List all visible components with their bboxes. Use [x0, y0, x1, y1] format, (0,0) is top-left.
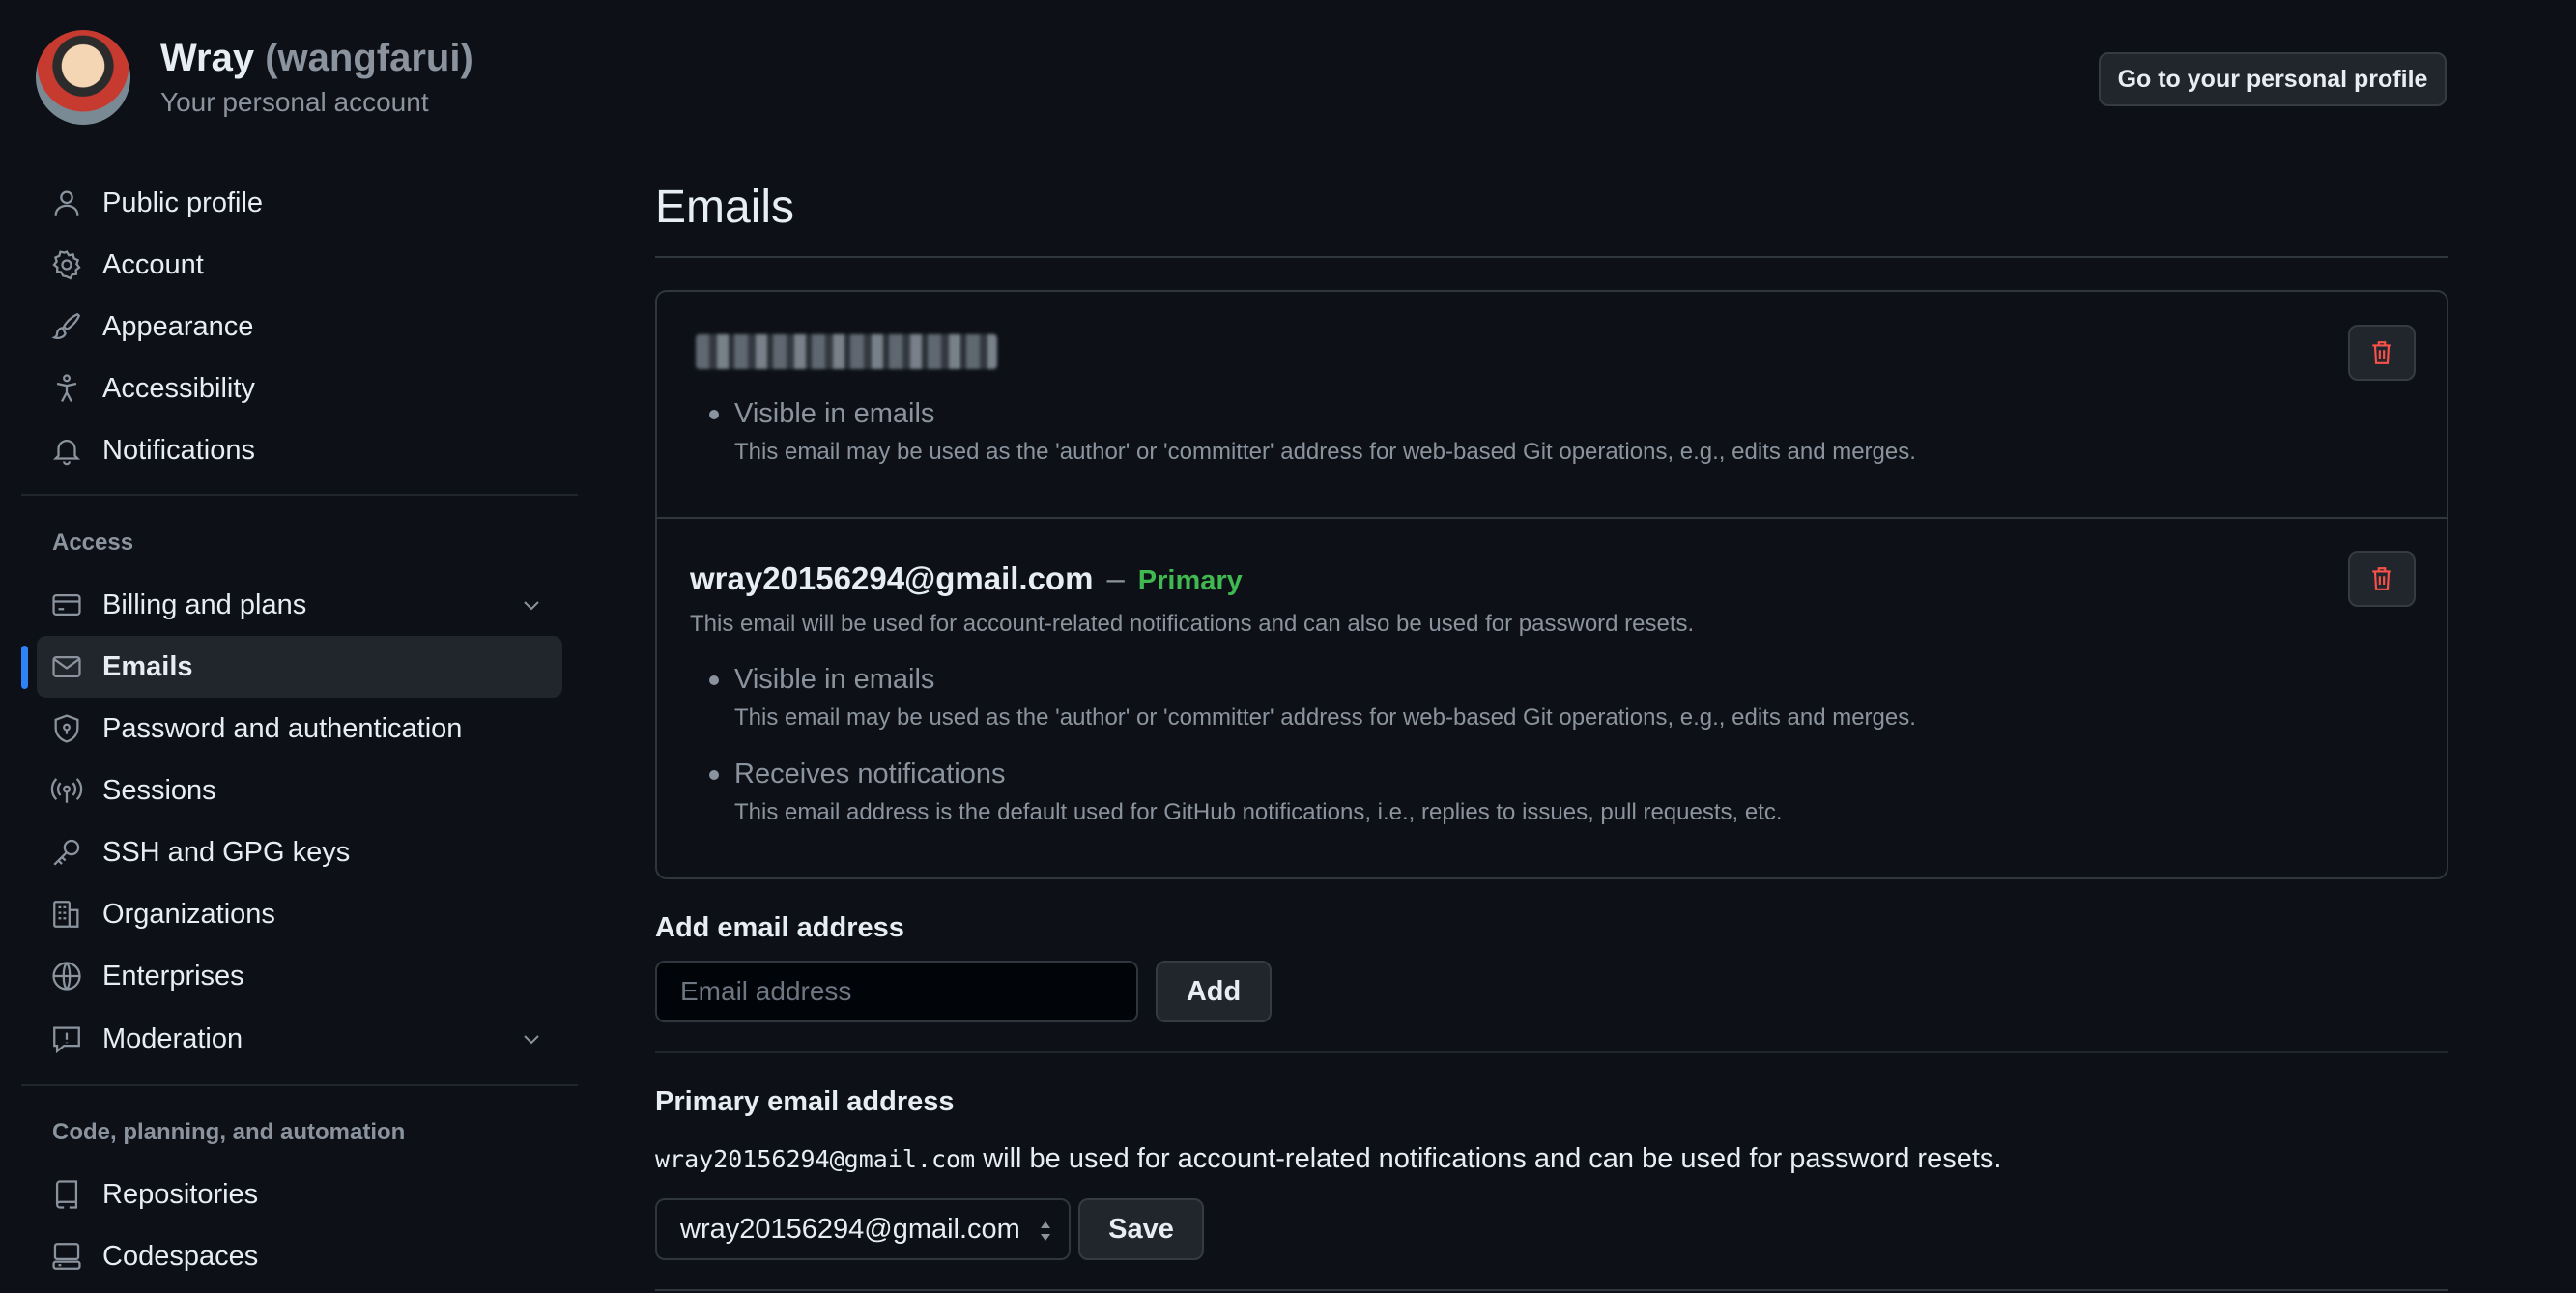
sidebar-item-label: SSH and GPG keys [102, 836, 351, 868]
bullet-title: Visible in emails [734, 398, 935, 429]
trash-icon [2372, 567, 2391, 590]
section-divider [655, 1289, 2448, 1291]
delete-email-button[interactable] [2348, 325, 2416, 381]
primary-email-code: wray20156294@gmail.com [655, 1145, 976, 1173]
key-icon [53, 839, 80, 866]
account-name: Wray (wangfarui) [160, 37, 473, 80]
primary-email-select-value: wray20156294@gmail.com [680, 1213, 1020, 1245]
email-separator: – [1106, 560, 1125, 596]
email-address-text: wray20156294@gmail.com [690, 560, 1094, 596]
avatar[interactable] [36, 30, 130, 125]
paintbrush-icon [51, 312, 81, 339]
select-arrows-icon [1041, 1221, 1050, 1241]
sidebar-item-emails[interactable]: Emails [37, 636, 562, 698]
sidebar-divider [21, 1084, 578, 1086]
sidebar-item-moderation[interactable]: Moderation [37, 1008, 562, 1070]
sidebar-item-label: Enterprises [102, 960, 244, 991]
sidebar-item-appearance[interactable]: Appearance [37, 296, 562, 358]
bullet [709, 770, 719, 780]
title-divider [655, 256, 2448, 258]
primary-email-label: Primary email address [655, 1086, 955, 1117]
sidebar-item-label: Sessions [102, 774, 216, 806]
sidebar-item-label: Public profile [102, 187, 264, 218]
email-divider [657, 517, 2447, 519]
sidebar-item-label: Notifications [102, 434, 255, 466]
sidebar-item-label: Billing and plans [102, 589, 307, 620]
sidebar-item-billing[interactable]: Billing and plans [37, 574, 562, 636]
sidebar-item-label: Account [102, 248, 204, 280]
bullet-title: Visible in emails [734, 664, 935, 695]
sidebar-item-label: Accessibility [102, 372, 255, 404]
sidebar-item-label: Organizations [102, 898, 275, 930]
sidebar-item-notifications[interactable]: Notifications [37, 419, 562, 481]
shield-lock-icon [54, 714, 79, 743]
delete-email-button[interactable] [2348, 551, 2416, 607]
accessibility-icon [56, 374, 77, 402]
chevron-down-icon[interactable] [520, 593, 543, 617]
email-note: This email will be used for account-rela… [690, 611, 1695, 637]
bullet [709, 675, 719, 685]
mail-icon [52, 655, 81, 678]
sidebar-item-label: Moderation [102, 1022, 243, 1054]
sidebar-item-sessions[interactable]: Sessions [37, 760, 562, 821]
sidebar-item-repositories[interactable]: Repositories [37, 1164, 562, 1225]
sidebar-item-enterprises[interactable]: Enterprises [37, 945, 562, 1007]
chevron-down-icon[interactable] [520, 1027, 543, 1050]
sidebar-item-label: Codespaces [102, 1240, 259, 1272]
bullet-description: This email may be used as the 'author' o… [734, 439, 1916, 465]
section-divider [655, 1051, 2448, 1053]
save-primary-email-button[interactable]: Save [1078, 1198, 1204, 1260]
primary-email-select[interactable]: wray20156294@gmail.com [655, 1198, 1071, 1260]
globe-icon [52, 962, 81, 991]
broadcast-icon [50, 778, 83, 803]
email-list: Visible in emails This email may be used… [655, 290, 2448, 879]
repo-icon [55, 1180, 78, 1209]
active-indicator [21, 646, 28, 689]
trash-icon [2372, 341, 2391, 364]
sidebar-divider [21, 494, 578, 496]
sidebar-item-accessibility[interactable]: Accessibility [37, 358, 562, 419]
organization-icon [53, 901, 79, 928]
gear-icon [52, 250, 81, 280]
sidebar-heading-code: Code, planning, and automation [52, 1119, 406, 1145]
bullet-description: This email may be used as the 'author' o… [734, 704, 1916, 731]
sidebar-item-ssh-gpg[interactable]: SSH and GPG keys [37, 821, 562, 883]
primary-email-text: will be used for account-related notific… [975, 1143, 2002, 1174]
primary-badge: Primary [1137, 565, 1243, 596]
report-icon [53, 1026, 80, 1054]
account-handle: (wangfarui) [265, 37, 473, 79]
bullet-title: Receives notifications [734, 759, 1006, 790]
sidebar-item-account[interactable]: Account [37, 234, 562, 296]
person-icon [54, 190, 79, 216]
sidebar-item-public-profile[interactable]: Public profile [37, 172, 562, 234]
add-email-label: Add email address [655, 912, 904, 943]
sidebar-item-label: Password and authentication [102, 712, 463, 744]
redacted-email-address [696, 334, 997, 369]
go-to-profile-button[interactable]: Go to your personal profile [2099, 52, 2447, 106]
sidebar-item-organizations[interactable]: Organizations [37, 883, 562, 945]
bell-icon [52, 440, 81, 466]
sidebar-item-label: Appearance [102, 310, 254, 342]
page-title: Emails [655, 182, 795, 233]
primary-email-address: wray20156294@gmail.com – Primary [690, 560, 1243, 597]
sidebar-heading-access: Access [52, 530, 134, 556]
sidebar-item-password[interactable]: Password and authentication [37, 698, 562, 760]
bullet [709, 410, 719, 419]
account-display-name: Wray [160, 37, 255, 79]
email-address-input[interactable] [655, 961, 1138, 1022]
primary-email-description: wray20156294@gmail.com will be used for … [655, 1143, 2001, 1175]
bullet-description: This email address is the default used f… [734, 799, 1783, 825]
codespaces-icon [52, 1243, 81, 1270]
credit-card-icon [52, 593, 81, 617]
sidebar-item-codespaces[interactable]: Codespaces [37, 1225, 562, 1287]
account-subtitle: Your personal account [160, 87, 429, 117]
sidebar-item-label: Repositories [102, 1178, 259, 1210]
add-email-button[interactable]: Add [1156, 961, 1272, 1022]
sidebar-item-label: Emails [102, 650, 193, 682]
